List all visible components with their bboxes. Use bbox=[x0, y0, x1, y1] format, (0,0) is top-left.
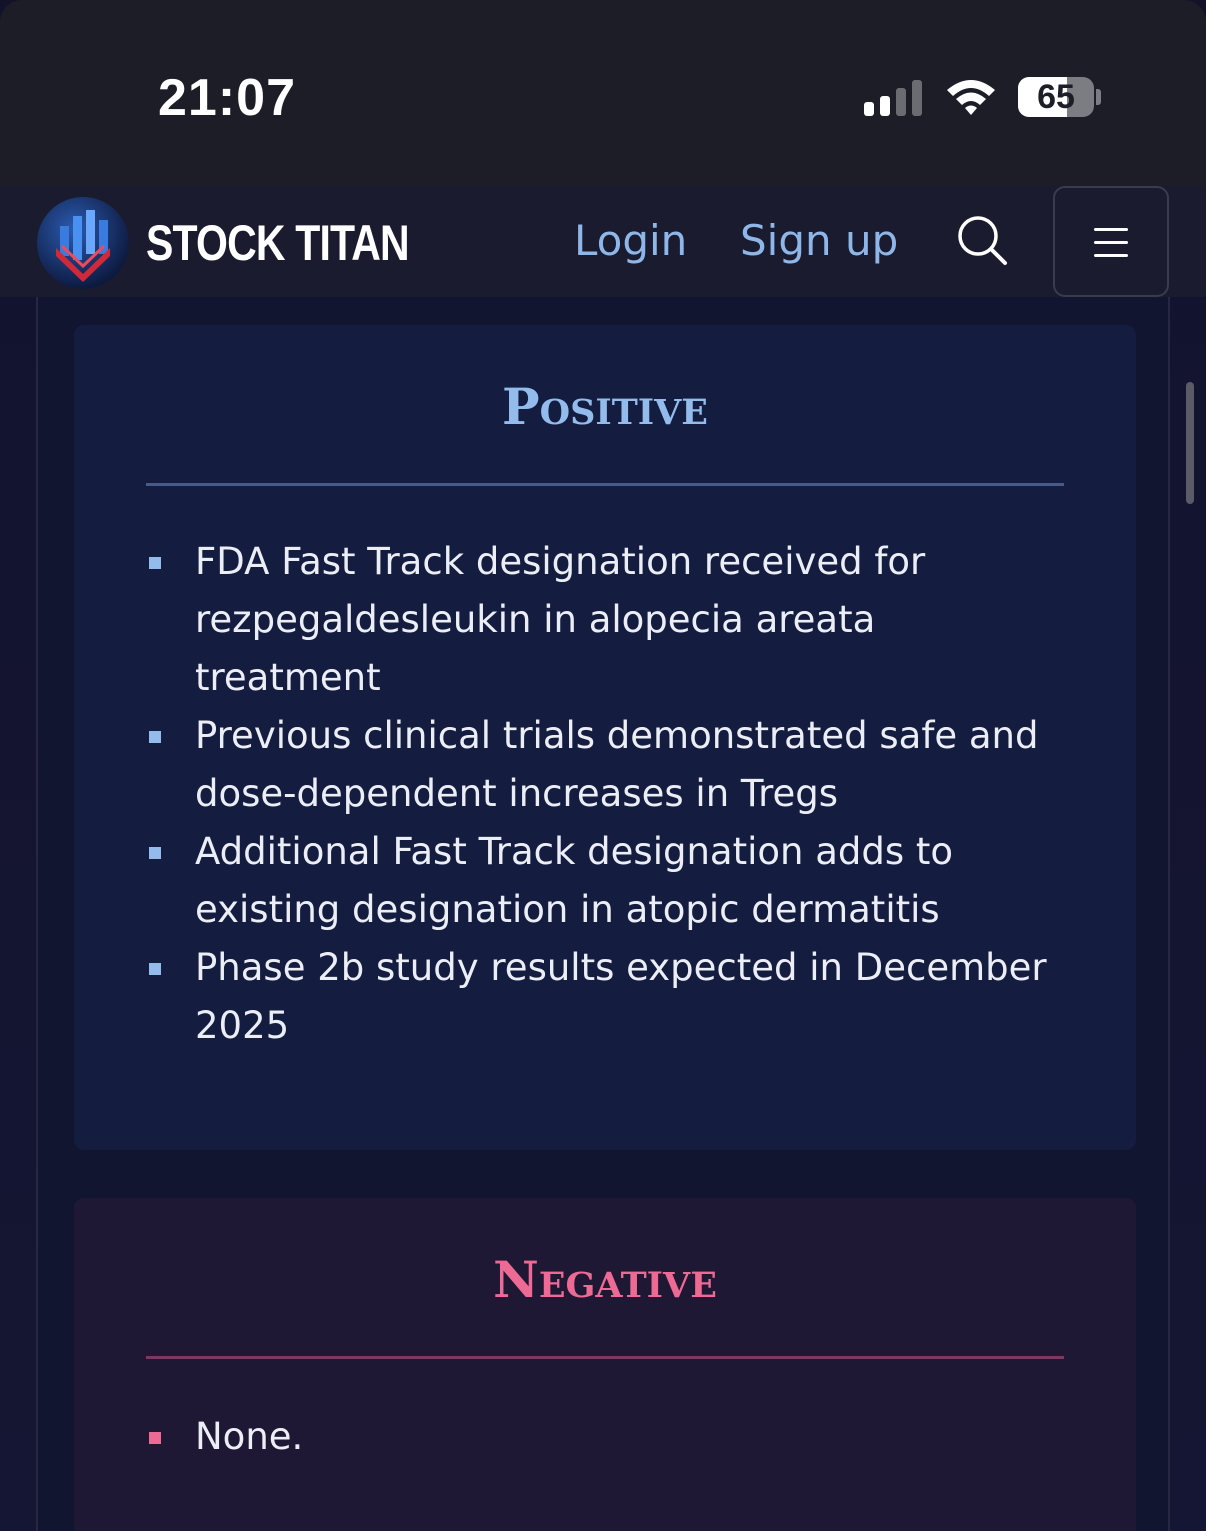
negative-divider bbox=[146, 1356, 1064, 1359]
status-time: 21:07 bbox=[158, 69, 296, 127]
content-container: Positive FDA Fast Track designation rece… bbox=[36, 297, 1170, 1531]
stock-titan-logo-icon[interactable] bbox=[36, 196, 130, 290]
negative-title: Negative bbox=[493, 1250, 717, 1309]
screen: 21:07 65 STOCK TITAN Login Sign up Posit… bbox=[0, 0, 1206, 1531]
list-item-text: FDA Fast Track designation received for … bbox=[195, 540, 926, 699]
positive-list: FDA Fast Track designation received for … bbox=[146, 533, 1066, 1055]
login-link[interactable]: Login bbox=[574, 216, 687, 265]
list-item: Additional Fast Track designation adds t… bbox=[146, 823, 1066, 939]
site-navbar: STOCK TITAN Login Sign up bbox=[0, 186, 1206, 297]
hamburger-menu-icon bbox=[1094, 228, 1128, 231]
hamburger-menu-button[interactable] bbox=[1053, 186, 1169, 297]
battery-percent: 65 bbox=[1037, 78, 1075, 116]
positive-divider bbox=[146, 483, 1064, 486]
bullet-icon bbox=[149, 1432, 161, 1444]
list-item-text: Additional Fast Track designation adds t… bbox=[195, 830, 954, 931]
list-item-text: Previous clinical trials demonstrated sa… bbox=[195, 714, 1039, 815]
scrollbar[interactable] bbox=[1186, 382, 1194, 504]
positive-title: Positive bbox=[502, 377, 708, 436]
list-item: Previous clinical trials demonstrated sa… bbox=[146, 707, 1066, 823]
list-item: FDA Fast Track designation received for … bbox=[146, 533, 1066, 707]
bullet-icon bbox=[149, 731, 161, 743]
negative-card: Negative None. bbox=[74, 1198, 1136, 1531]
battery-icon: 65 bbox=[1018, 77, 1094, 117]
positive-card: Positive FDA Fast Track designation rece… bbox=[74, 325, 1136, 1150]
list-item-text: None. bbox=[195, 1415, 304, 1458]
list-item: Phase 2b study results expected in Decem… bbox=[146, 939, 1066, 1055]
brand-name[interactable]: STOCK TITAN bbox=[146, 214, 410, 272]
list-item-text: Phase 2b study results expected in Decem… bbox=[195, 946, 1047, 1047]
signup-link[interactable]: Sign up bbox=[740, 216, 898, 265]
bullet-icon bbox=[149, 847, 161, 859]
list-item: None. bbox=[146, 1408, 1066, 1466]
bullet-icon bbox=[149, 557, 161, 569]
battery-tip bbox=[1096, 89, 1101, 105]
cellular-signal-icon bbox=[864, 80, 924, 116]
wifi-icon bbox=[947, 80, 995, 115]
search-icon[interactable] bbox=[956, 214, 1008, 266]
negative-list: None. bbox=[146, 1408, 1066, 1466]
status-bar: 21:07 65 bbox=[0, 0, 1206, 186]
bullet-icon bbox=[149, 963, 161, 975]
